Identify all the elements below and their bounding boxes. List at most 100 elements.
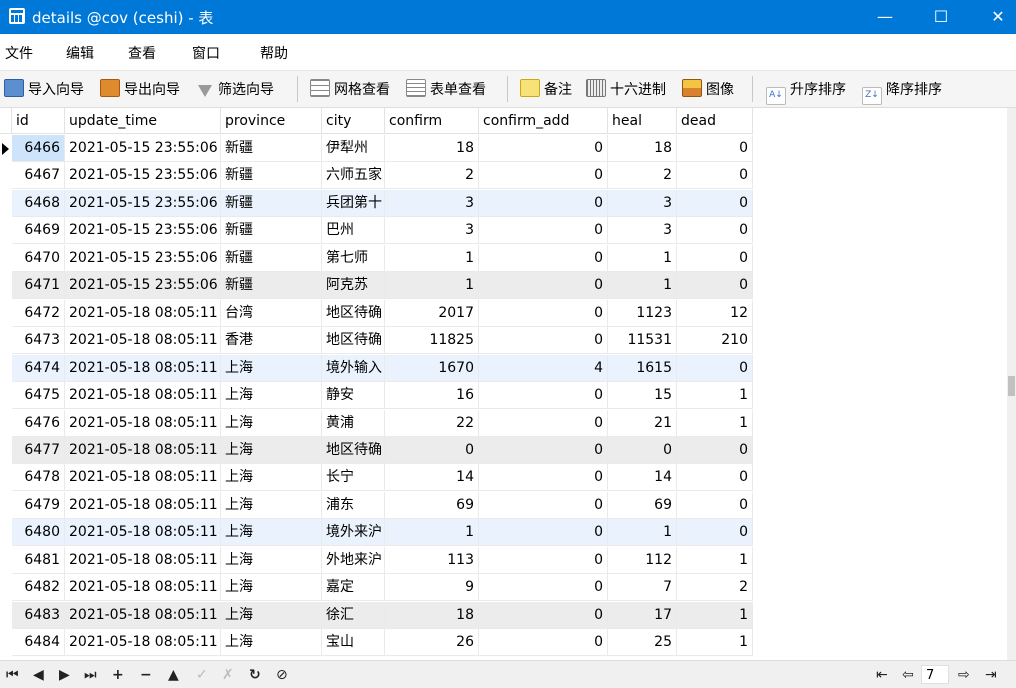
table-row[interactable]: 6480 2021-05-18 08:05:11 上海 境外来沪 1 0 1 0 (0, 519, 753, 547)
table-row[interactable]: 6472 2021-05-18 08:05:11 台湾 地区待确 2017 0 1123 12 (0, 299, 753, 327)
cell-confirm[interactable]: 1 (385, 244, 479, 272)
cell-city[interactable]: 徐汇 (322, 601, 385, 629)
row-marker[interactable] (0, 300, 12, 327)
next-record-button[interactable]: ▶ (59, 667, 70, 683)
cell-confirm-add[interactable]: 0 (479, 189, 608, 217)
table-row[interactable]: 6473 2021-05-18 08:05:11 香港 地区待确 11825 0 11531… (0, 327, 753, 355)
row-marker[interactable] (0, 245, 12, 272)
refresh-button[interactable]: ↻ (249, 667, 261, 683)
cell-update-time[interactable]: 2021-05-18 08:05:11 (65, 519, 221, 547)
row-marker[interactable] (0, 272, 12, 299)
cell-id[interactable]: 6484 (12, 629, 65, 657)
cell-dead[interactable]: 1 (677, 546, 753, 574)
table-row[interactable]: 6471 2021-05-15 23:55:06 新疆 阿克苏 1 0 1 0 (0, 272, 753, 300)
cell-confirm-add[interactable]: 0 (479, 327, 608, 355)
cell-city[interactable]: 长宁 (322, 464, 385, 492)
cell-heal[interactable]: 1615 (608, 354, 677, 382)
cell-province[interactable]: 上海 (221, 464, 322, 492)
cell-update-time[interactable]: 2021-05-18 08:05:11 (65, 601, 221, 629)
cell-id[interactable]: 6469 (12, 217, 65, 245)
cell-confirm[interactable]: 1 (385, 519, 479, 547)
cell-confirm-add[interactable]: 0 (479, 464, 608, 492)
cell-heal[interactable]: 69 (608, 491, 677, 519)
cell-confirm[interactable]: 0 (385, 436, 479, 464)
cell-city[interactable]: 第七师 (322, 244, 385, 272)
column-header-dead[interactable]: dead (677, 108, 753, 134)
menu-window[interactable]: 窗口 (192, 43, 220, 63)
cell-confirm-add[interactable]: 0 (479, 272, 608, 300)
column-header-province[interactable]: province (221, 108, 322, 134)
cell-id[interactable]: 6472 (12, 299, 65, 327)
cell-id[interactable]: 6470 (12, 244, 65, 272)
row-marker[interactable] (0, 410, 12, 437)
table-row[interactable]: 6484 2021-05-18 08:05:11 上海 宝山 26 0 25 1 (0, 629, 753, 657)
cell-city[interactable]: 阿克苏 (322, 272, 385, 300)
cell-heal[interactable]: 1 (608, 519, 677, 547)
cell-city[interactable]: 地区待确 (322, 436, 385, 464)
cell-id[interactable]: 6466 (12, 135, 65, 162)
page-number-input[interactable]: 7 (921, 665, 949, 684)
row-marker[interactable] (0, 492, 12, 519)
cell-confirm-add[interactable]: 0 (479, 546, 608, 574)
cell-province[interactable]: 上海 (221, 436, 322, 464)
image-button[interactable]: 图像 (682, 79, 734, 99)
cell-dead[interactable]: 1 (677, 382, 753, 410)
cell-city[interactable]: 境外来沪 (322, 519, 385, 547)
cell-confirm-add[interactable]: 0 (479, 244, 608, 272)
table-row[interactable]: 6483 2021-05-18 08:05:11 上海 徐汇 18 0 17 1 (0, 601, 753, 629)
cell-city[interactable]: 嘉定 (322, 574, 385, 602)
cell-dead[interactable]: 1 (677, 409, 753, 437)
cell-heal[interactable]: 18 (608, 135, 677, 162)
cell-confirm[interactable]: 3 (385, 217, 479, 245)
cell-province[interactable]: 新疆 (221, 217, 322, 245)
last-record-button[interactable]: ⏭ (84, 667, 97, 683)
cell-confirm[interactable]: 2017 (385, 299, 479, 327)
cell-city[interactable]: 地区待确 (322, 299, 385, 327)
cell-update-time[interactable]: 2021-05-18 08:05:11 (65, 491, 221, 519)
row-marker[interactable] (0, 437, 12, 464)
table-row[interactable]: 6470 2021-05-15 23:55:06 新疆 第七师 1 0 1 0 (0, 244, 753, 272)
cell-confirm[interactable]: 18 (385, 601, 479, 629)
cell-heal[interactable]: 1 (608, 272, 677, 300)
cell-heal[interactable]: 17 (608, 601, 677, 629)
grid-view-button[interactable]: 网格查看 (310, 79, 390, 99)
row-marker[interactable] (0, 547, 12, 574)
column-header-update-time[interactable]: update_time (65, 108, 221, 134)
cell-dead[interactable]: 2 (677, 574, 753, 602)
previous-page-button[interactable]: ⇦ (902, 667, 914, 683)
cell-province[interactable]: 新疆 (221, 189, 322, 217)
cell-dead[interactable]: 0 (677, 272, 753, 300)
memo-button[interactable]: 备注 (520, 79, 572, 99)
column-header-confirm[interactable]: confirm (385, 108, 479, 134)
cell-heal[interactable]: 1123 (608, 299, 677, 327)
sort-desc-button[interactable]: Z↓ 降序排序 (862, 79, 942, 105)
cell-dead[interactable]: 1 (677, 629, 753, 657)
cell-dead[interactable]: 0 (677, 491, 753, 519)
hex-button[interactable]: 十六进制 (586, 79, 666, 99)
cell-dead[interactable]: 0 (677, 162, 753, 190)
import-wizard-button[interactable]: 导入向导 (4, 79, 84, 99)
next-page-button[interactable]: ⇨ (958, 667, 970, 683)
cell-city[interactable]: 伊犁州 (322, 135, 385, 162)
cell-city[interactable]: 六师五家 (322, 162, 385, 190)
minimize-button[interactable]: — (862, 0, 908, 34)
cell-city[interactable]: 境外输入 (322, 354, 385, 382)
cell-confirm[interactable]: 22 (385, 409, 479, 437)
cell-dead[interactable]: 0 (677, 519, 753, 547)
cell-heal[interactable]: 7 (608, 574, 677, 602)
table-row[interactable]: 6477 2021-05-18 08:05:11 上海 地区待确 0 0 0 0 (0, 436, 753, 464)
cell-confirm[interactable]: 26 (385, 629, 479, 657)
close-button[interactable]: ✕ (975, 0, 1016, 34)
row-marker[interactable] (0, 519, 12, 546)
cell-id[interactable]: 6479 (12, 491, 65, 519)
cell-city[interactable]: 黄浦 (322, 409, 385, 437)
cell-confirm[interactable]: 113 (385, 546, 479, 574)
table-row[interactable]: 6478 2021-05-18 08:05:11 上海 长宁 14 0 14 0 (0, 464, 753, 492)
cell-province[interactable]: 上海 (221, 546, 322, 574)
table-row[interactable]: 6482 2021-05-18 08:05:11 上海 嘉定 9 0 7 2 (0, 574, 753, 602)
cell-confirm[interactable]: 18 (385, 135, 479, 162)
column-header-id[interactable]: id (12, 108, 65, 134)
table-row[interactable]: 6474 2021-05-18 08:05:11 上海 境外输入 1670 4 1615 0 (0, 354, 753, 382)
cell-confirm-add[interactable]: 0 (479, 519, 608, 547)
cell-province[interactable]: 上海 (221, 491, 322, 519)
